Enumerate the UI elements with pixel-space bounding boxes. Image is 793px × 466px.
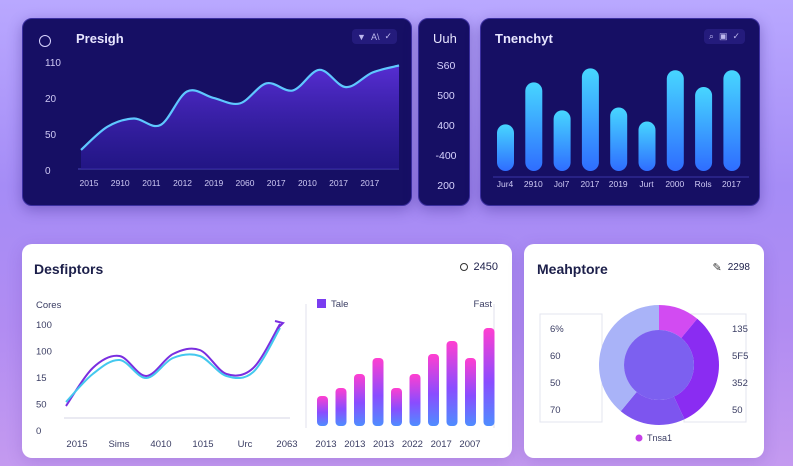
x-tick-label: 2013 bbox=[315, 439, 336, 450]
line-chart: 110 20 50 0 2015 2910 2011 2012 2019 2060 2017 2010… bbox=[45, 58, 400, 188]
bar bbox=[581, 68, 599, 171]
x-tick-label: 2063 bbox=[276, 439, 297, 450]
bar bbox=[638, 121, 656, 171]
right-tick-label: 50 bbox=[732, 405, 743, 416]
x-tick-label: 2019 bbox=[204, 178, 223, 188]
x-tick-label: 2013 bbox=[344, 439, 365, 450]
line-chart-small: Cores 100 100 15 50 0 2015 Sims 4010 1015 Urc 2063 bbox=[36, 300, 298, 450]
y-tick-label: 0 bbox=[45, 166, 51, 177]
x-tick-label: 2007 bbox=[459, 439, 480, 450]
x-tick-label: 2017 bbox=[360, 178, 379, 188]
bar-chart: Jur4 2910 Jol7 2017 2019 Jurt 2000 Rols 2017 bbox=[493, 68, 749, 189]
series-line bbox=[65, 327, 281, 403]
value-label: 400 bbox=[437, 120, 455, 132]
bar bbox=[723, 70, 741, 171]
x-tick-label: Sims bbox=[108, 439, 129, 450]
x-tick-label: 1015 bbox=[192, 439, 213, 450]
y-tick-label: 15 bbox=[36, 373, 47, 384]
bar bbox=[317, 396, 328, 426]
x-tick-label: 4010 bbox=[150, 439, 171, 450]
value-label: 200 bbox=[437, 180, 455, 192]
axis-note: Fast bbox=[474, 299, 493, 310]
x-tick-label: 2015 bbox=[66, 439, 87, 450]
legend-swatch bbox=[317, 299, 326, 308]
legend-label: Tnsa1 bbox=[647, 433, 672, 443]
series-area bbox=[81, 65, 399, 169]
right-tick-label: 135 bbox=[732, 324, 748, 335]
x-tick-label: 2017 bbox=[329, 178, 348, 188]
bar bbox=[428, 354, 439, 426]
x-tick-label: Rols bbox=[695, 179, 712, 189]
x-tick-label: Urc bbox=[238, 439, 253, 450]
panel-measure: Meahptore ✎ 2298 6% 60 50 70 135 5F5 352 50 Tnsa… bbox=[524, 244, 764, 458]
y-tick-label: 100 bbox=[36, 347, 52, 358]
bar bbox=[391, 388, 402, 426]
legend-label: Tale bbox=[331, 299, 348, 310]
right-tick-label: 352 bbox=[732, 378, 748, 389]
right-tick-label: 5F5 bbox=[732, 351, 748, 362]
left-tick-label: 60 bbox=[550, 351, 561, 362]
donut-center bbox=[624, 330, 694, 400]
value-list: S60 500 400 -400 200 bbox=[435, 60, 456, 192]
y-tick-label: 20 bbox=[45, 94, 57, 105]
x-tick-label: 2019 bbox=[609, 179, 628, 189]
series-line bbox=[65, 323, 281, 407]
bar bbox=[695, 87, 713, 171]
y-tick-label: 50 bbox=[36, 400, 47, 411]
panel-bar-chart: Tnenchyt ⌕ ▣ ✓ Jur4 2910 Jol7 2017 2019 Jurt 2… bbox=[480, 18, 760, 206]
y-axis-label: Cores bbox=[36, 300, 62, 311]
x-tick-label: 2022 bbox=[402, 439, 423, 450]
bar bbox=[372, 358, 384, 426]
value-label: 500 bbox=[437, 90, 455, 102]
left-tick-label: 50 bbox=[550, 378, 561, 389]
x-tick-label: Jol7 bbox=[554, 179, 570, 189]
x-tick-label: 2015 bbox=[80, 178, 99, 188]
bar bbox=[483, 328, 495, 426]
x-tick-label: 2910 bbox=[524, 179, 543, 189]
x-tick-label: 2017 bbox=[722, 179, 741, 189]
value-label: S60 bbox=[437, 60, 456, 72]
bar bbox=[525, 82, 543, 171]
x-tick-label: 2017 bbox=[580, 179, 599, 189]
left-tick-label: 70 bbox=[550, 405, 561, 416]
panel-descriptors: Desfiptors 2450 Cores 100 100 15 50 0 2015 Sims… bbox=[22, 244, 512, 458]
value-label: -400 bbox=[435, 150, 456, 162]
bar bbox=[354, 374, 365, 426]
x-tick-label: Jur4 bbox=[497, 179, 514, 189]
x-tick-label: 2011 bbox=[142, 178, 161, 188]
x-tick-label: 2012 bbox=[173, 178, 192, 188]
x-tick-label: Jurt bbox=[639, 179, 654, 189]
left-tick-label: 6% bbox=[550, 324, 564, 335]
bar bbox=[610, 107, 628, 171]
y-tick-label: 50 bbox=[45, 130, 57, 141]
bar bbox=[465, 358, 476, 426]
x-tick-label: 2013 bbox=[373, 439, 394, 450]
bar-chart-small: Tale Fast 2013 2013 2013 2022 2017 2007 bbox=[305, 299, 495, 450]
bar bbox=[335, 388, 347, 426]
bar bbox=[497, 124, 514, 171]
panel-line-chart: Presigh ▼ A\ ✓ 110 20 50 0 2015 2910 2011 2012 2… bbox=[22, 18, 412, 206]
bar bbox=[553, 110, 571, 171]
bar bbox=[409, 374, 421, 426]
x-tick-label: 2010 bbox=[298, 178, 317, 188]
x-tick-label: 2000 bbox=[665, 179, 684, 189]
x-tick-label: 2910 bbox=[111, 178, 130, 188]
panel-value-column: Uuh S60 500 400 -400 200 bbox=[418, 18, 470, 206]
y-tick-label: 0 bbox=[36, 426, 41, 437]
bar bbox=[666, 70, 684, 171]
x-tick-label: 2017 bbox=[431, 439, 452, 450]
y-tick-label: 100 bbox=[36, 320, 52, 331]
donut-chart: 6% 60 50 70 135 5F5 352 50 Tnsa1 bbox=[539, 305, 748, 443]
bar bbox=[446, 341, 458, 426]
legend-swatch bbox=[635, 434, 643, 442]
x-tick-label: 2017 bbox=[267, 178, 286, 188]
y-tick-label: 110 bbox=[45, 58, 61, 69]
x-tick-label: 2060 bbox=[236, 178, 255, 188]
